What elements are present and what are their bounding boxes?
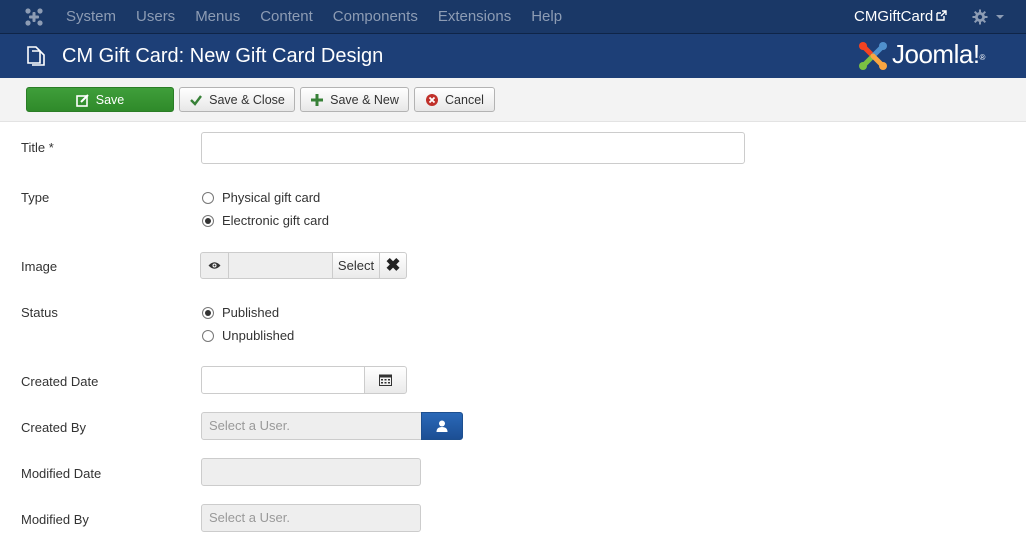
save-close-button[interactable]: Save & Close: [179, 87, 295, 112]
joomla-brand: Joomla!®: [892, 39, 985, 69]
status-published-label: Published: [222, 305, 280, 320]
image-field: Select ✖: [200, 252, 407, 279]
user-icon: [436, 420, 448, 432]
save-new-label: Save & New: [330, 92, 399, 107]
radio-unpublished[interactable]: [202, 329, 214, 342]
type-label: Type: [21, 190, 50, 205]
created-date-input[interactable]: [201, 366, 365, 394]
type-physical-radio[interactable]: Physical gift card: [202, 190, 320, 205]
modified-date-label: Modified Date: [21, 466, 102, 481]
plus-icon: [311, 93, 324, 106]
external-link-icon: [936, 10, 947, 21]
joomla-logo-icon: [859, 42, 887, 70]
cancel-button[interactable]: Cancel: [414, 87, 495, 112]
toolbar: Save Save & Close Save & New Cancel: [0, 78, 1026, 122]
created-by-input[interactable]: Select a User.: [201, 412, 422, 440]
menu-content[interactable]: Content: [250, 0, 323, 34]
status-unpublished-label: Unpublished: [222, 328, 295, 343]
modified-by-input: Select a User.: [201, 504, 421, 532]
type-physical-label: Physical gift card: [222, 190, 321, 205]
title-input[interactable]: [201, 132, 745, 164]
menu-menus[interactable]: Menus: [185, 0, 250, 34]
calendar-button[interactable]: [364, 366, 407, 394]
copy-icon: [27, 46, 45, 66]
created-by-label: Created By: [21, 420, 87, 435]
status-unpublished-radio[interactable]: Unpublished: [202, 328, 294, 343]
page-header: CM Gift Card: New Gift Card Design Jooml…: [0, 34, 1026, 78]
joomla-menu-icon[interactable]: [24, 7, 44, 27]
radio-electronic[interactable]: [202, 214, 214, 227]
menu-system[interactable]: System: [56, 0, 126, 34]
radio-physical[interactable]: [202, 191, 214, 204]
save-close-label: Save & Close: [209, 92, 285, 107]
menu-extensions[interactable]: Extensions: [428, 0, 521, 34]
gear-icon[interactable]: [972, 9, 988, 25]
page-title: CM Gift Card: New Gift Card Design: [62, 45, 384, 67]
created-date-label: Created Date: [21, 374, 99, 389]
modified-date-input: [201, 458, 421, 486]
close-icon[interactable]: ✖: [380, 252, 407, 279]
site-link[interactable]: CMGiftCard: [854, 0, 947, 34]
menu-users[interactable]: Users: [126, 0, 185, 34]
eye-icon: [208, 262, 221, 269]
save-new-button[interactable]: Save & New: [300, 87, 409, 112]
radio-published[interactable]: [202, 306, 214, 319]
preview-button[interactable]: [200, 252, 229, 279]
title-label: Title *: [21, 140, 54, 155]
cancel-label: Cancel: [445, 92, 484, 107]
menu-help[interactable]: Help: [521, 0, 572, 34]
type-electronic-radio[interactable]: Electronic gift card: [202, 213, 329, 228]
modified-by-label: Modified By: [21, 512, 89, 527]
main-menu: System Users Menus Content Components Ex…: [56, 0, 572, 34]
created-by-placeholder: Select a User.: [209, 418, 290, 433]
chevron-down-icon[interactable]: [996, 15, 1004, 19]
status-label: Status: [21, 305, 58, 320]
image-select-button[interactable]: Select: [332, 252, 380, 279]
cancel-circle-icon: [426, 93, 439, 106]
save-button[interactable]: Save: [26, 87, 174, 112]
status-published-radio[interactable]: Published: [202, 305, 279, 320]
top-navbar: System Users Menus Content Components Ex…: [0, 0, 1026, 34]
image-path-input[interactable]: [229, 252, 332, 279]
save-label: Save: [95, 92, 125, 107]
menu-components[interactable]: Components: [323, 0, 428, 34]
image-label: Image: [21, 259, 58, 274]
check-icon: [190, 94, 203, 106]
select-user-button[interactable]: [421, 412, 463, 440]
type-electronic-label: Electronic gift card: [222, 213, 329, 228]
calendar-icon: [379, 374, 392, 386]
edit-icon: [75, 93, 89, 107]
modified-by-placeholder: Select a User.: [209, 510, 290, 525]
site-name: CMGiftCard: [854, 8, 934, 25]
